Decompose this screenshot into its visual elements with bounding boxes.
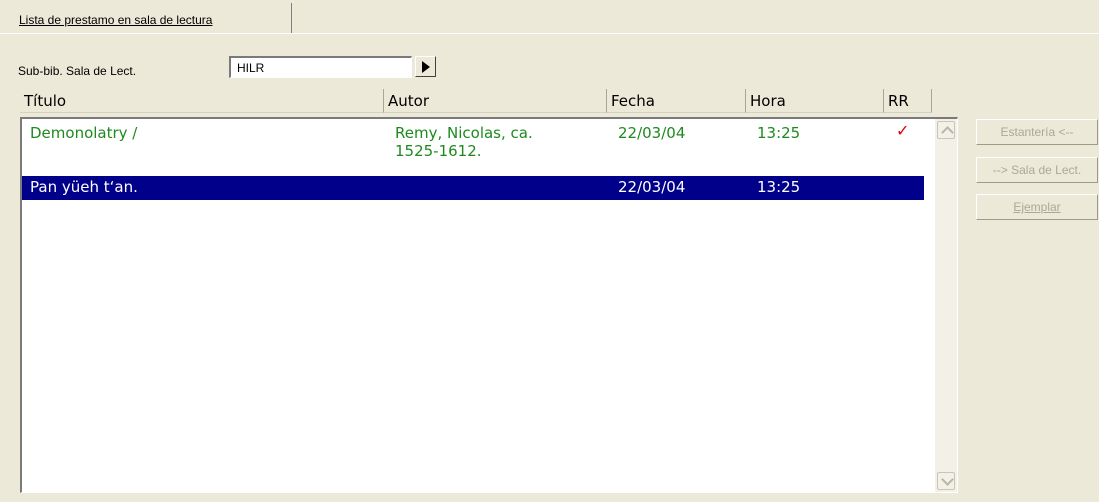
cell-hora: 13:25 <box>757 178 801 196</box>
loan-list[interactable]: Demonolatry / Remy, Nicolas, ca. 1525-16… <box>20 117 958 493</box>
triangle-right-icon <box>422 61 430 73</box>
column-header-fecha[interactable]: Fecha <box>607 89 746 113</box>
tab-lista-prestamo[interactable]: Lista de prestamo en sala de lectura <box>6 3 292 33</box>
estanteria-button[interactable]: Estantería <-- <box>976 119 1098 145</box>
sala-lectura-button[interactable]: --> Sala de Lect. <box>976 157 1098 183</box>
table-row-selected[interactable]: Pan yüeh t‘an. 22/03/04 13:25 <box>22 176 924 200</box>
cell-hora: 13:25 <box>757 124 801 142</box>
tab-panel-divider <box>0 33 1099 34</box>
subbib-dropdown-button[interactable] <box>415 56 436 77</box>
column-header-rr[interactable]: RR <box>884 89 932 113</box>
subbib-label: Sub-bib. Sala de Lect. <box>18 64 137 78</box>
scroll-down-button[interactable] <box>937 472 955 490</box>
checkmark-icon: ✓ <box>896 121 910 140</box>
cell-fecha: 22/03/04 <box>618 124 686 142</box>
cell-autor: Remy, Nicolas, ca. 1525-1612. <box>395 124 533 160</box>
table-row[interactable]: Demonolatry / Remy, Nicolas, ca. 1525-16… <box>22 119 924 161</box>
cell-fecha: 22/03/04 <box>618 178 686 196</box>
cell-titulo: Demonolatry / <box>30 124 138 142</box>
cell-autor-line1: Remy, Nicolas, ca. <box>395 124 533 142</box>
table-header: Título Autor Fecha Hora RR <box>20 89 932 113</box>
column-header-autor[interactable]: Autor <box>384 89 607 113</box>
column-header-hora[interactable]: Hora <box>746 89 884 113</box>
subbib-input[interactable]: HILR <box>229 56 412 78</box>
cell-titulo: Pan yüeh t‘an. <box>30 178 138 196</box>
vertical-scrollbar[interactable] <box>935 119 957 492</box>
chevron-down-icon <box>941 473 954 486</box>
cell-autor-line2: 1525-1612. <box>395 142 482 160</box>
tab-label: Lista de prestamo en sala de lectura <box>19 13 213 27</box>
ejemplar-button[interactable]: Ejemplar <box>976 194 1098 220</box>
chevron-up-icon <box>941 126 954 139</box>
column-header-titulo[interactable]: Título <box>20 89 384 113</box>
scroll-up-button[interactable] <box>937 121 955 139</box>
